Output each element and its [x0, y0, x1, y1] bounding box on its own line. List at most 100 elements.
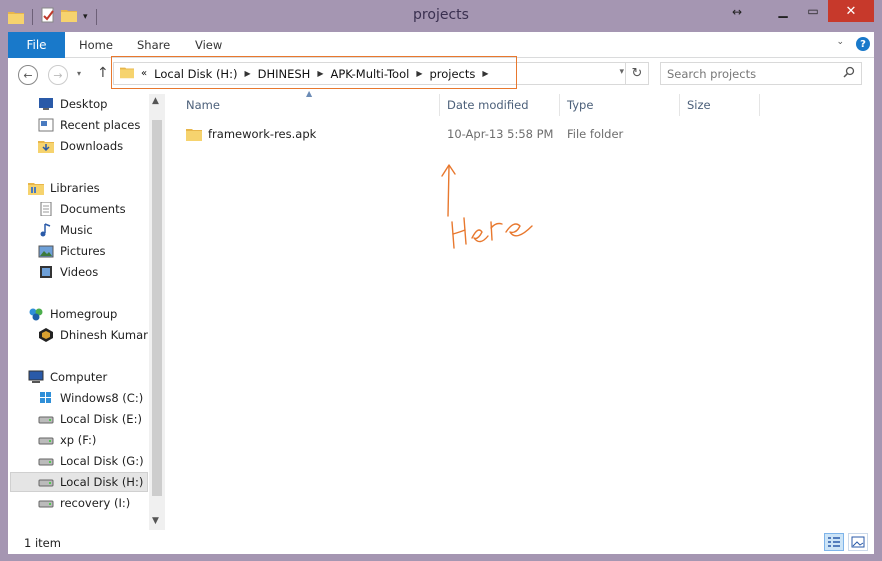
sidebar-item-label: Videos: [60, 265, 99, 279]
sidebar-item-label: Local Disk (H:): [60, 475, 144, 489]
sidebar-item-label: Homegroup: [50, 307, 118, 321]
column-header-size[interactable]: Size: [687, 98, 711, 112]
sidebar-item-label: Recent places: [60, 118, 141, 132]
scroll-down-icon[interactable]: ▼: [152, 516, 159, 526]
minimize-button[interactable]: ▁: [768, 0, 798, 22]
documents-icon: [38, 201, 54, 217]
status-bar: 1 item: [8, 530, 874, 554]
sidebar-item-drive-c[interactable]: Windows8 (C:): [38, 388, 143, 408]
tab-view[interactable]: View: [195, 38, 222, 52]
sidebar-item-computer[interactable]: Computer: [28, 367, 107, 387]
sidebar-item-drive-i[interactable]: recovery (I:): [38, 493, 130, 513]
sidebar-item-label: recovery (I:): [60, 496, 131, 510]
sidebar-item-music[interactable]: Music: [38, 220, 93, 240]
navigation-pane: Desktop Recent places Downloads Librarie…: [8, 90, 165, 530]
column-divider[interactable]: [759, 94, 760, 116]
sidebar-item-videos[interactable]: Videos: [38, 262, 98, 282]
homegroup-icon: [28, 307, 44, 321]
music-icon: [38, 223, 54, 237]
sidebar-item-label: Libraries: [50, 181, 100, 195]
sidebar-item-label: Documents: [60, 202, 126, 216]
sidebar-item-drive-e[interactable]: Local Disk (E:): [38, 409, 142, 429]
hard-drive-icon: [38, 454, 54, 468]
tab-home[interactable]: Home: [79, 38, 113, 52]
explorer-window: ▾ projects ↔ ▁ ▭ ✕ File Home Share View …: [0, 0, 882, 561]
expand-ribbon-icon[interactable]: ⌄: [836, 37, 844, 51]
close-button[interactable]: ✕: [828, 0, 874, 22]
sidebar-item-label: Desktop: [60, 97, 108, 111]
folder-icon: [186, 127, 202, 144]
sidebar-item-drive-f[interactable]: xp (F:): [38, 430, 96, 450]
refresh-icon: ↻: [631, 66, 643, 81]
file-date-modified: 10-Apr-13 5:58 PM: [447, 127, 554, 141]
sidebar-item-label: Local Disk (G:): [60, 454, 144, 468]
sidebar-scrollbar[interactable]: ▲ ▼: [149, 94, 165, 530]
window-title: projects: [413, 7, 469, 23]
computer-icon: [28, 370, 44, 384]
hard-drive-icon: [38, 412, 54, 426]
column-header-type[interactable]: Type: [567, 98, 593, 112]
hard-drive-icon: [38, 475, 54, 489]
sidebar-item-dhinesh-kumar[interactable]: Dhinesh Kumar: [38, 325, 148, 345]
sidebar-item-label: Downloads: [60, 139, 124, 153]
sidebar-item-recent-places[interactable]: Recent places: [38, 115, 140, 135]
search-icon: [843, 66, 855, 81]
videos-icon: [38, 265, 54, 279]
sidebar-item-label: Local Disk (E:): [60, 412, 142, 426]
recent-locations-icon[interactable]: ▾: [77, 69, 81, 78]
desktop-icon: [38, 97, 54, 111]
view-toggle: [824, 533, 868, 551]
search-placeholder: Search projects: [667, 66, 757, 81]
ribbon-right-controls: ⌄ ?: [836, 37, 870, 51]
title-bar: ▾ projects ↔ ▁ ▭ ✕: [0, 0, 882, 32]
sidebar-item-label: Music: [60, 223, 93, 237]
address-dropdown-icon[interactable]: ▾: [619, 67, 624, 77]
sidebar-item-drive-h[interactable]: Local Disk (H:): [10, 472, 148, 492]
column-divider[interactable]: [439, 94, 440, 116]
large-icons-view-icon: [851, 536, 865, 548]
scrollbar-thumb[interactable]: [152, 120, 162, 496]
search-input[interactable]: Search projects: [660, 62, 862, 85]
here-arrow-annotation: [441, 164, 533, 249]
downloads-icon: [38, 139, 54, 153]
sidebar-item-label: Dhinesh Kumar: [60, 328, 148, 342]
up-arrow-icon[interactable]: ↑: [97, 65, 109, 81]
details-view-button[interactable]: [824, 533, 844, 551]
tab-share[interactable]: Share: [137, 38, 170, 52]
sidebar-item-libraries[interactable]: Libraries: [28, 178, 100, 198]
handwritten-annotation: Here: [434, 160, 574, 258]
sidebar-item-drive-g[interactable]: Local Disk (G:): [38, 451, 144, 471]
ribbon: File Home Share View ⌄ ?: [8, 32, 874, 58]
sidebar-item-pictures[interactable]: Pictures: [38, 241, 106, 261]
window-controls: ▁ ▭ ✕: [768, 0, 874, 22]
sidebar-item-label: xp (F:): [60, 433, 97, 447]
forward-button[interactable]: →: [48, 65, 68, 85]
user-avatar-icon: [38, 328, 54, 342]
refresh-button[interactable]: ↻: [625, 63, 648, 84]
back-button[interactable]: ←: [18, 65, 38, 85]
hard-drive-icon: [38, 496, 54, 510]
large-icons-view-button[interactable]: [848, 533, 868, 551]
sidebar-item-documents[interactable]: Documents: [38, 199, 126, 219]
windows-drive-icon: [38, 391, 54, 405]
address-highlight-annotation: [111, 56, 517, 89]
tab-file[interactable]: File: [8, 32, 65, 58]
sidebar-item-desktop[interactable]: Desktop: [38, 94, 107, 114]
help-icon[interactable]: ?: [856, 37, 870, 51]
details-view-icon: [828, 537, 840, 547]
sidebar-item-homegroup[interactable]: Homegroup: [28, 304, 117, 324]
sidebar-item-downloads[interactable]: Downloads: [38, 136, 123, 156]
sidebar-item-label: Windows8 (C:): [60, 391, 144, 405]
table-row[interactable]: framework-res.apk 10-Apr-13 5:58 PM File…: [184, 124, 644, 144]
scroll-up-icon[interactable]: ▲: [152, 96, 159, 106]
maximize-button[interactable]: ▭: [798, 0, 828, 22]
resize-arrows-icon: ↔: [732, 5, 743, 19]
recent-places-icon: [38, 118, 54, 132]
column-divider[interactable]: [559, 94, 560, 116]
column-divider[interactable]: [679, 94, 680, 116]
file-list: ▲ Name Date modified Type Size framework…: [174, 89, 874, 530]
column-header-date-modified[interactable]: Date modified: [447, 98, 529, 112]
sort-ascending-icon: ▲: [306, 89, 313, 98]
column-header-name[interactable]: Name: [186, 98, 220, 112]
hard-drive-icon: [38, 433, 54, 447]
